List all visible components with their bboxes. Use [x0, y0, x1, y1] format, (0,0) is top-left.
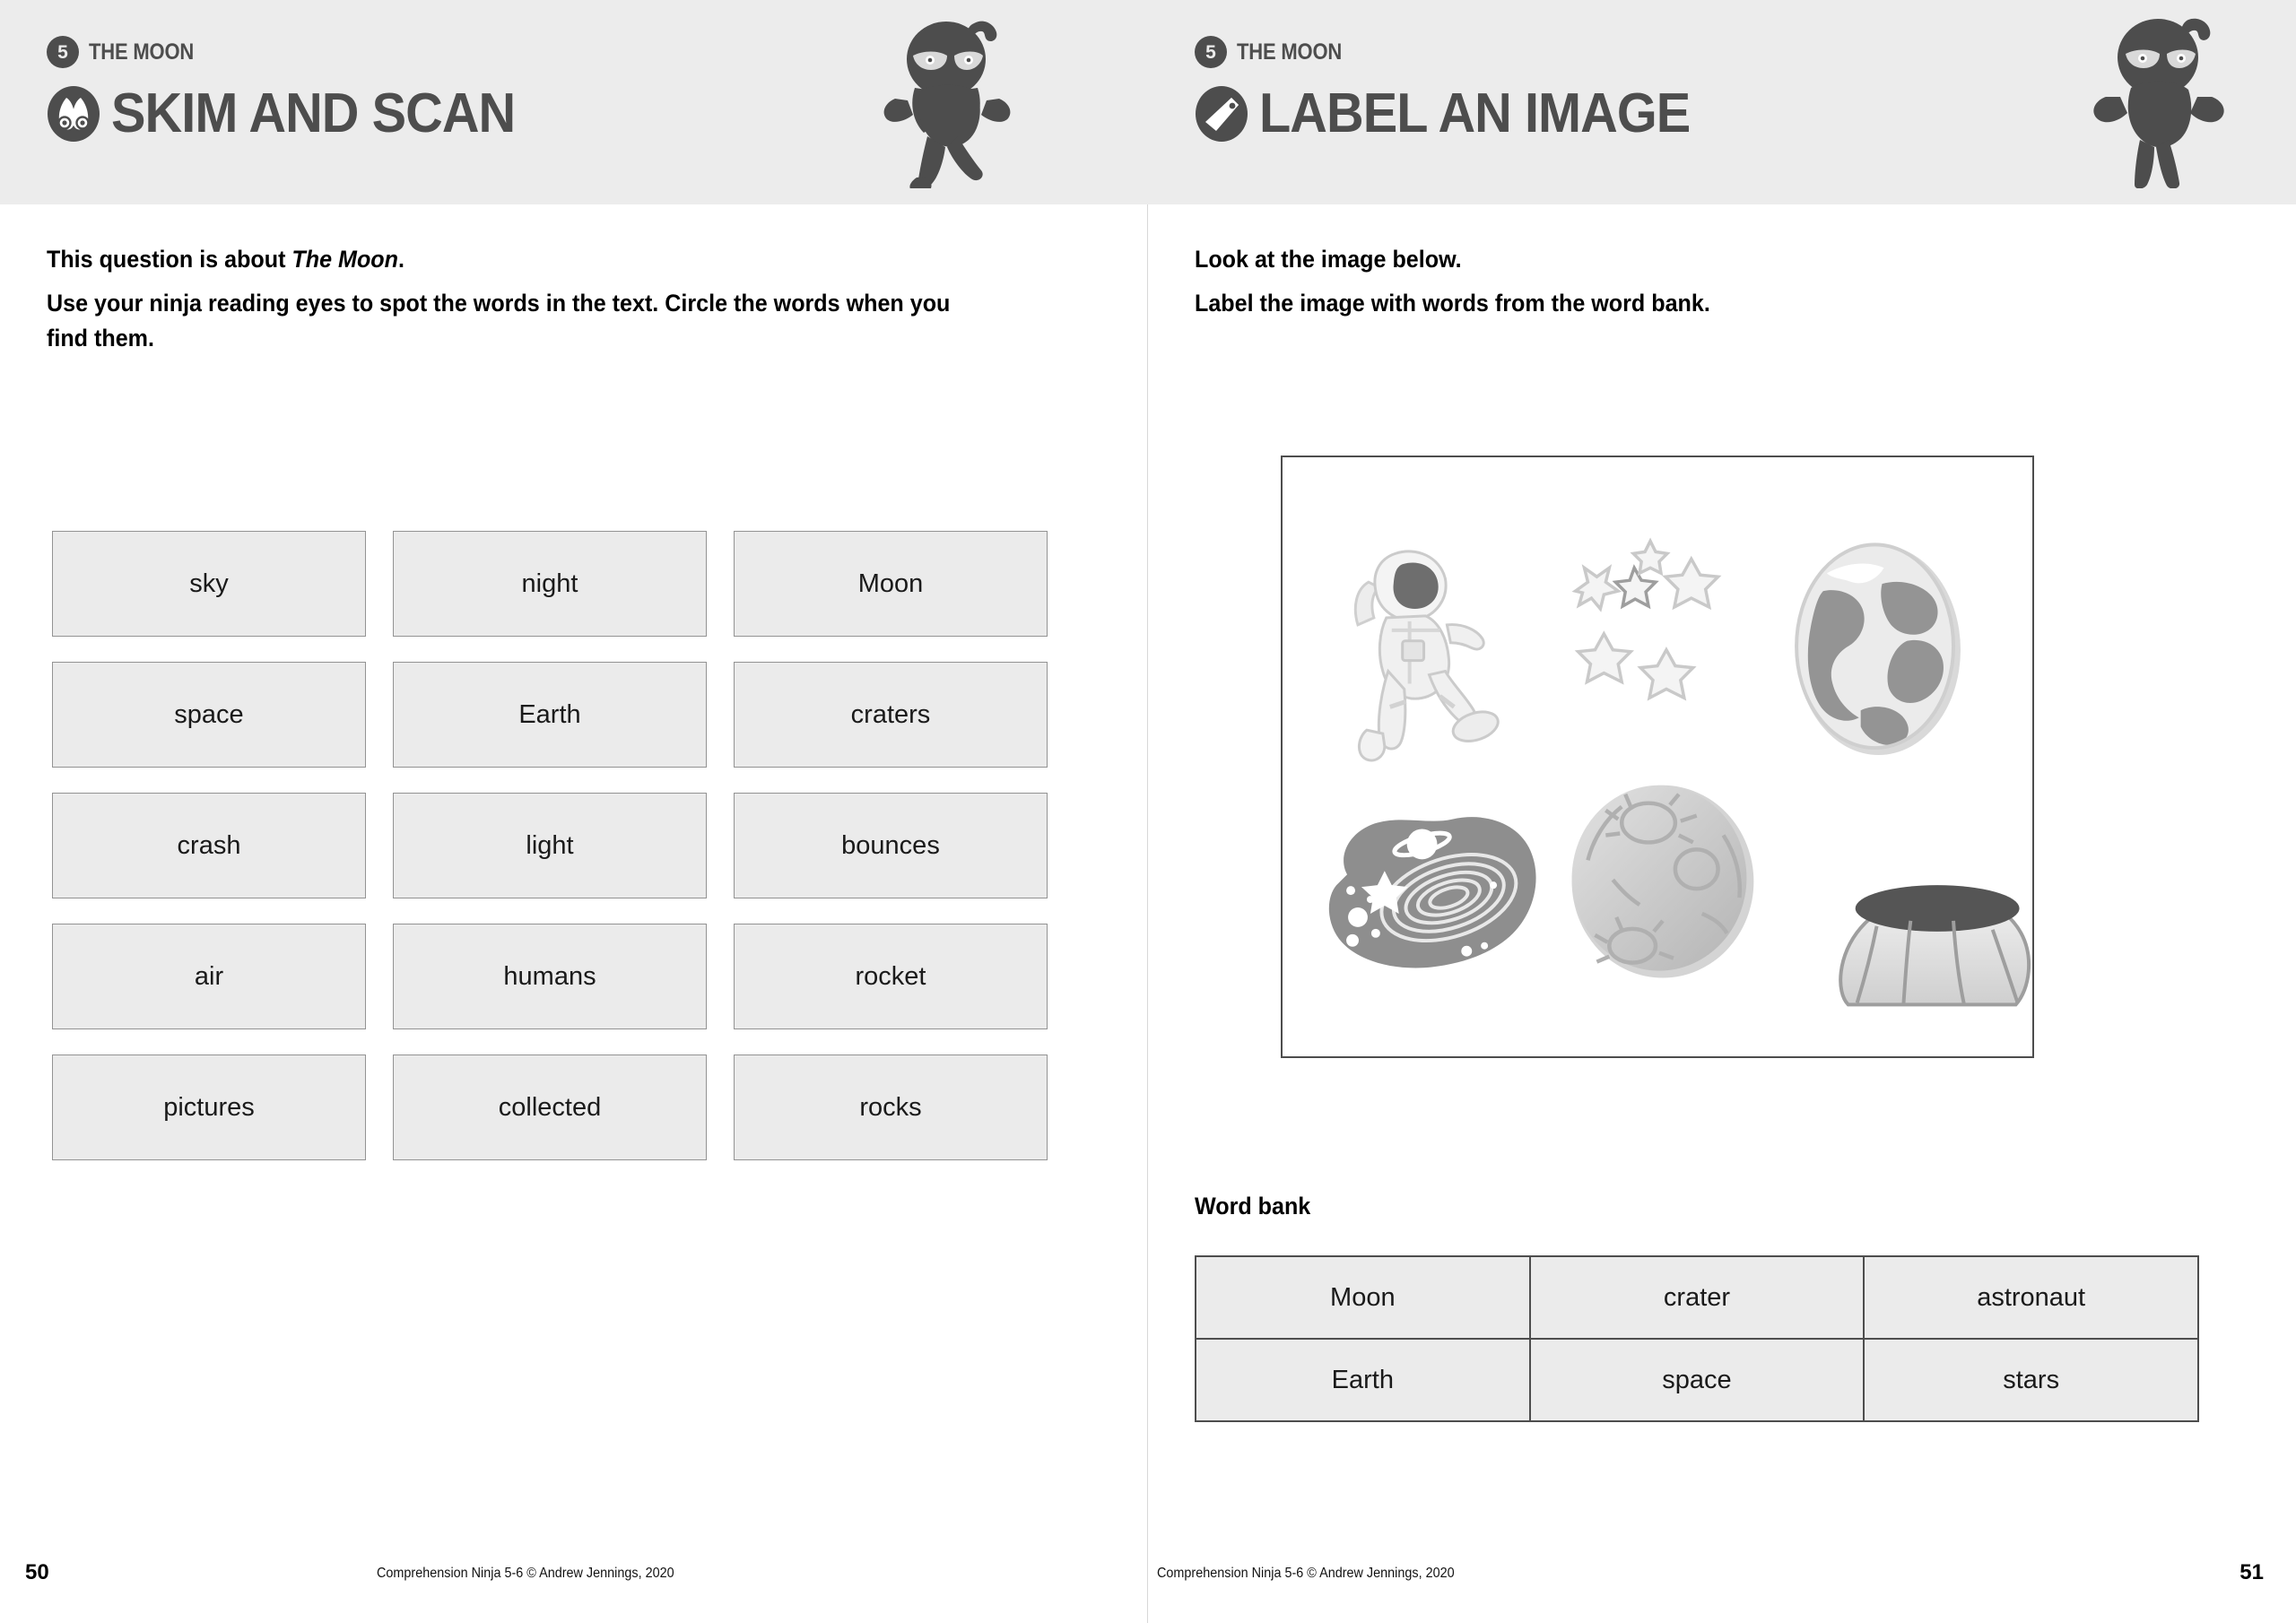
word-bank-cell[interactable]: Earth [1195, 1338, 1531, 1422]
right-footer: Comprehension Ninja 5-6 © Andrew Jenning… [1148, 1537, 2296, 1623]
left-header-band: 5 THE MOON SKIM AND SCAN [0, 0, 1148, 204]
right-header-band: 5 THE MOON LABEL AN IMAGE [1148, 0, 2296, 204]
instruction-line-2: Use your ninja reading eyes to spot the … [47, 289, 951, 352]
page-left-skim-and-scan: 5 THE MOON SKIM AND SCAN This question i… [0, 0, 1148, 1623]
left-instructions: This question is about The Moon. Use you… [47, 242, 1024, 365]
page-number: 51 [2239, 1560, 2264, 1584]
instruction-emphasis: The Moon [291, 246, 398, 273]
page-title: SKIM AND SCAN [111, 82, 516, 144]
page-title: LABEL AN IMAGE [1259, 82, 1691, 144]
left-footer: 50 Comprehension Ninja 5-6 © Andrew Jenn… [0, 1537, 1148, 1623]
instruction-line-1: Look at the image below. [1195, 246, 1462, 273]
word-box[interactable]: craters [734, 662, 1048, 768]
word-box[interactable]: humans [393, 924, 707, 1029]
word-box[interactable]: rocks [734, 1055, 1048, 1160]
copyright-notice: Comprehension Ninja 5-6 © Andrew Jenning… [1157, 1566, 1455, 1581]
right-kicker: 5 THE MOON [1195, 36, 1722, 68]
tag-icon [1195, 86, 1248, 142]
earth-globe-illustration [1795, 542, 1961, 756]
unit-badge: 5 [1195, 36, 1227, 68]
page-number: 50 [25, 1560, 49, 1584]
right-instructions: Look at the image below. Label the image… [1195, 242, 2172, 330]
space-galaxy-illustration [1328, 817, 1536, 968]
instruction-line-2: Label the image with words from the word… [1195, 289, 1710, 317]
astronaut-illustration [1353, 550, 1500, 762]
word-box[interactable]: Earth [393, 662, 707, 768]
word-bank-table: Moon crater astronaut Earth space stars [1195, 1255, 2199, 1422]
word-bank-cell[interactable]: stars [1863, 1338, 2199, 1422]
binoculars-icon [47, 86, 100, 142]
crater-illustration [1839, 885, 2031, 1007]
illustration-frame [1281, 456, 2034, 1058]
word-box[interactable]: air [52, 924, 366, 1029]
worksheet-spread: 5 THE MOON SKIM AND SCAN This question i… [0, 0, 2296, 1623]
word-bank-title: Word bank [1195, 1193, 1311, 1219]
right-title-row: LABEL AN IMAGE [1195, 86, 1722, 142]
instruction-suffix: . [397, 246, 404, 273]
ninja-mascot [2075, 13, 2246, 189]
table-row: Moon crater astronaut [1195, 1255, 2199, 1340]
word-box[interactable]: Moon [734, 531, 1048, 637]
copyright-notice: Comprehension Ninja 5-6 © Andrew Jenning… [377, 1566, 674, 1581]
instruction-line-1: This question is about The Moon. [47, 242, 956, 277]
word-bank-cell[interactable]: Moon [1195, 1255, 1531, 1340]
word-box[interactable]: night [393, 531, 707, 637]
unit-title: THE MOON [89, 39, 195, 65]
word-box[interactable]: space [52, 662, 366, 768]
word-search-grid: sky night Moon space Earth craters crash… [52, 531, 1048, 1160]
unit-badge: 5 [47, 36, 79, 68]
stars-illustration [1571, 537, 1722, 701]
word-bank-cell[interactable]: space [1528, 1338, 1866, 1422]
word-box[interactable]: light [393, 793, 707, 898]
instruction-prefix: This question is about [47, 246, 292, 273]
word-bank-cell[interactable]: crater [1528, 1255, 1866, 1340]
page-right-label-an-image: 5 THE MOON LABEL AN IMAGE Look at the im… [1148, 0, 2296, 1623]
right-header-content: 5 THE MOON LABEL AN IMAGE [1195, 36, 1722, 142]
word-box[interactable]: pictures [52, 1055, 366, 1160]
word-box[interactable]: rocket [734, 924, 1048, 1029]
ninja-mascot [868, 13, 1039, 190]
word-box[interactable]: sky [52, 531, 366, 637]
table-row: Earth space stars [1195, 1338, 2199, 1422]
left-title-row: SKIM AND SCAN [47, 86, 545, 142]
word-bank-cell[interactable]: astronaut [1863, 1255, 2199, 1340]
unit-title: THE MOON [1237, 39, 1343, 65]
left-header-content: 5 THE MOON SKIM AND SCAN [47, 36, 545, 142]
left-kicker: 5 THE MOON [47, 36, 545, 68]
word-box[interactable]: bounces [734, 793, 1048, 898]
word-box[interactable]: crash [52, 793, 366, 898]
word-box[interactable]: collected [393, 1055, 707, 1160]
moon-illustration [1571, 785, 1754, 978]
